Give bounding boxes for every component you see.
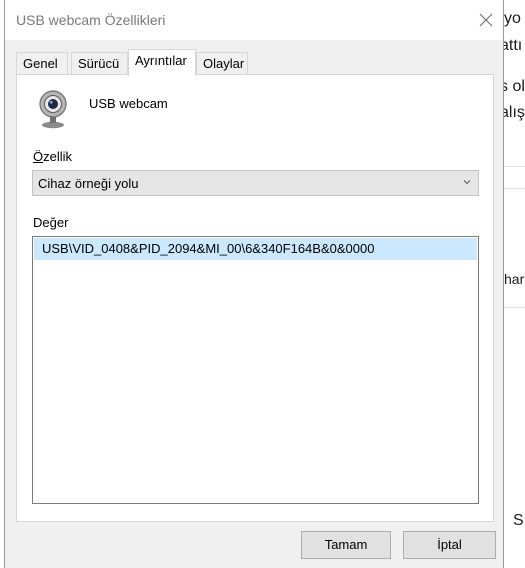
ok-button[interactable]: Tamam [301, 531, 391, 559]
close-button[interactable] [469, 5, 503, 35]
tab-olaylar[interactable]: Olaylar [196, 52, 248, 75]
property-label-mnemonic: Ö [33, 149, 44, 164]
device-name: USB webcam [89, 96, 168, 111]
background-text: S [513, 512, 524, 529]
title-bar[interactable]: USB webcam Özellikleri [5, 0, 503, 40]
tab-genel[interactable]: Genel [16, 52, 68, 75]
tab-surucu[interactable]: Sürücü [71, 52, 128, 75]
value-label-text: De [33, 215, 50, 230]
property-dropdown-value: Cihaz örneği yolu [38, 176, 139, 191]
close-icon [479, 13, 493, 27]
list-item[interactable]: USB\VID_0408&PID_2094&MI_00\6&340F164B&0… [34, 238, 477, 260]
value-label-text: er [56, 215, 69, 230]
cancel-button[interactable]: İptal [403, 531, 496, 559]
value-listbox[interactable]: USB\VID_0408&PID_2094&MI_00\6&340F164B&0… [32, 236, 479, 504]
value-label-mnemonic: ğ [49, 215, 57, 230]
background-text: har [504, 271, 525, 287]
chevron-down-icon [463, 180, 471, 185]
property-label: Özellik [33, 149, 72, 164]
property-dropdown[interactable]: Cihaz örneği yolu [32, 170, 479, 196]
tab-ayrintilar[interactable]: Ayrıntılar [128, 49, 196, 76]
value-label: Değer [33, 215, 68, 230]
webcam-icon [39, 90, 67, 129]
properties-dialog: USB webcam Özellikleri Genel Sürücü Ayrı… [4, 0, 504, 568]
window-title: USB webcam Özellikleri [16, 12, 166, 28]
details-panel: USB webcam Özellik Cihaz örneği yolu Değ… [16, 74, 494, 522]
property-label-text: zellik [43, 149, 73, 164]
